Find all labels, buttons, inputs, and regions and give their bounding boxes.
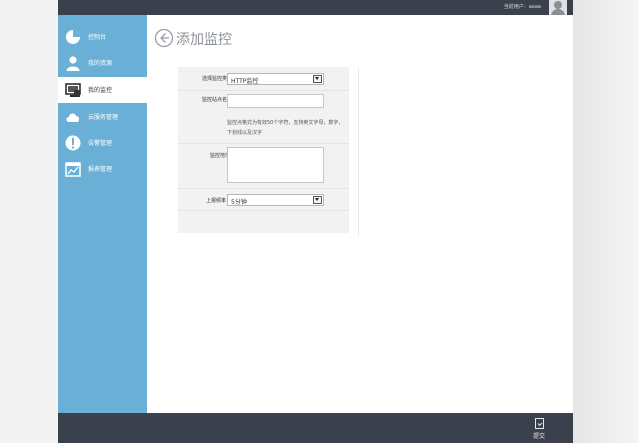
address-textarea[interactable]: [227, 147, 324, 183]
pie-chart-icon: [66, 30, 80, 44]
back-arrow-icon[interactable]: [154, 28, 174, 48]
chevron-down-icon: [313, 75, 322, 83]
avatar-head: [554, 1, 562, 9]
row-divider: [178, 90, 349, 91]
site-name-input[interactable]: [227, 94, 324, 108]
add-monitor-form: 选择监控类型 HTTP监控 监控站点名称 监控点格式为有效50个字符，支持英文字…: [178, 67, 349, 233]
user-icon: [66, 56, 80, 71]
sidebar-item-reports[interactable]: 报表管理: [58, 157, 147, 181]
chevron-down-icon: [313, 196, 322, 204]
sidebar-item-label: 告警管理: [88, 140, 113, 147]
type-label: 选择监控类型: [201, 76, 232, 82]
avatar[interactable]: [549, 0, 567, 15]
page-title: 添加监控: [176, 32, 232, 48]
top-bar: 当前用户：aaaa: [58, 0, 573, 15]
sidebar-item-alerts[interactable]: 告警管理: [58, 131, 147, 155]
sidebar-item-label: 控制台: [88, 34, 107, 41]
report-chart-icon: [65, 162, 81, 177]
frequency-select[interactable]: 5分钟: [227, 194, 324, 206]
monitor-type-select[interactable]: HTTP监控: [227, 73, 324, 85]
row-divider: [178, 188, 349, 189]
avatar-body: [551, 9, 565, 15]
current-user-label: 当前用户：aaaa: [503, 4, 541, 10]
row-divider: [178, 143, 349, 144]
monitor-icon: [65, 83, 81, 97]
row-divider: [178, 210, 349, 211]
cloud-icon: [66, 113, 80, 122]
frequency-label: 上报频率: [205, 198, 226, 204]
sidebar-item-console[interactable]: 控制台: [58, 25, 147, 49]
window-edge-shadow: [573, 0, 639, 443]
sidebar-item-label: 报表管理: [88, 166, 113, 173]
monitor-type-value: HTTP监控: [231, 78, 259, 85]
submit-label: 提交: [533, 433, 546, 440]
sidebar: 控制台 我的资源 我的监控 云服务管理 告警管理 报表管理: [58, 15, 147, 413]
document-check-icon: [535, 418, 544, 429]
sidebar-item-label: 我的资源: [88, 60, 113, 67]
submit-button[interactable]: 提交: [531, 416, 549, 440]
sidebar-item-label: 云服务管理: [88, 114, 119, 121]
name-format-hint: 监控点格式为有效50个字符，支持英文字母，数字，下划线以及汉字: [227, 120, 344, 136]
sidebar-item-resources[interactable]: 我的资源: [58, 51, 147, 75]
sidebar-item-cloud[interactable]: 云服务管理: [58, 105, 147, 129]
site-name-label: 监控站点名称: [201, 97, 232, 103]
app-window: 当前用户：aaaa 控制台 我的资源 我的监控 云服务管理 告警管理 报表管理 …: [58, 0, 573, 443]
sidebar-item-label: 我的监控: [88, 87, 113, 94]
frequency-value: 5分钟: [231, 199, 247, 206]
sidebar-item-monitoring[interactable]: 我的监控: [58, 77, 147, 103]
panel-divider: [358, 67, 359, 237]
address-label: 监控地址: [209, 153, 230, 159]
alert-icon: [65, 135, 81, 151]
footer-bar: 提交: [58, 413, 573, 443]
